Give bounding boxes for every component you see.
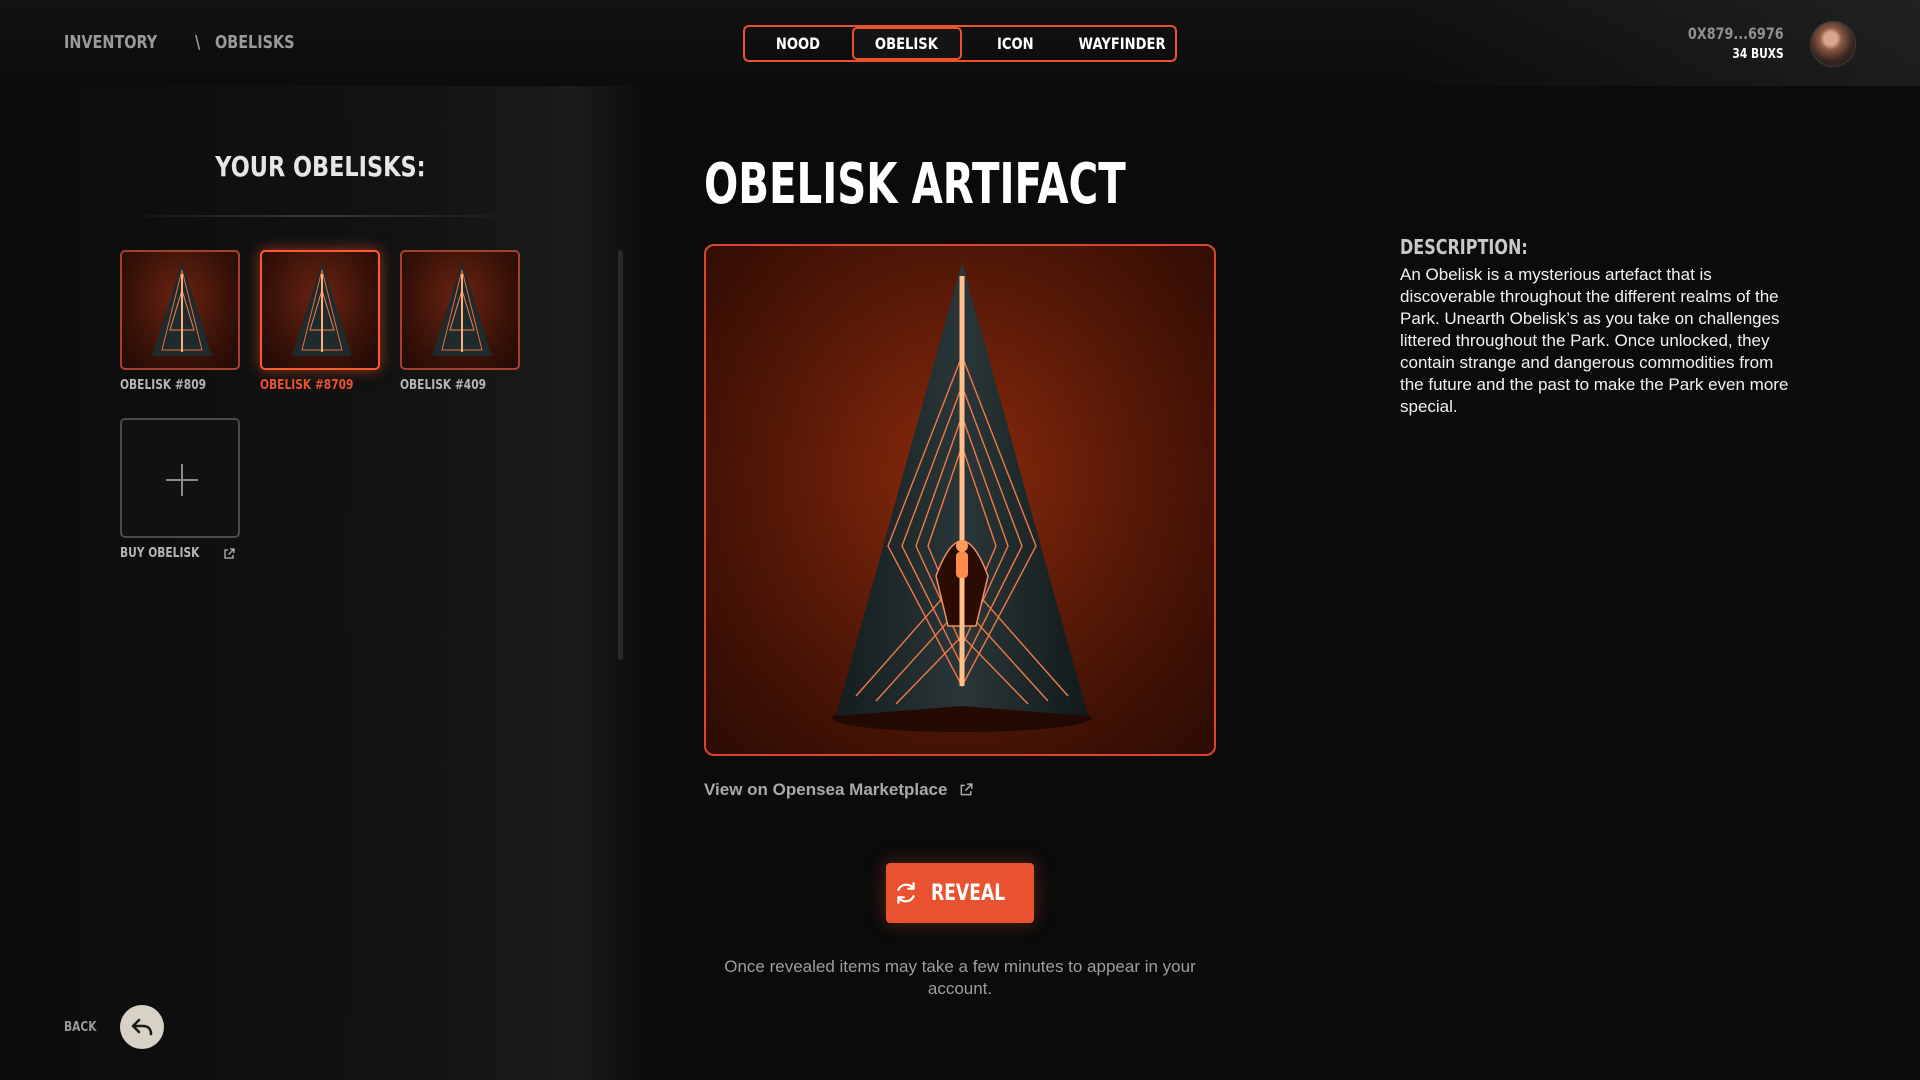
reveal-note: Once revealed items may take a few minut… bbox=[724, 957, 1196, 998]
page-title: OBELISK ARTIFACT bbox=[704, 152, 1126, 217]
external-link-icon bbox=[961, 783, 974, 796]
tab-wayfinder-label: WAYFINDER bbox=[1078, 34, 1166, 53]
tab-obelisk[interactable]: OBELISK bbox=[851, 27, 962, 60]
external-link-icon bbox=[224, 547, 235, 559]
buy-obelisk-button[interactable] bbox=[120, 418, 240, 538]
obelisk-thumbnail-8709[interactable] bbox=[260, 250, 380, 370]
reply-arrow-icon bbox=[119, 1005, 164, 1049]
opensea-link-label: View on Opensea Marketplace bbox=[704, 780, 948, 799]
breadcrumb: INVENTORY \ OBELISKS bbox=[64, 32, 315, 53]
refresh-icon bbox=[897, 882, 916, 904]
obelisk-image bbox=[432, 262, 492, 356]
obelisk-thumbnail-809[interactable] bbox=[120, 250, 240, 370]
obelisk-label-8709: OBELISK #8709 bbox=[260, 378, 354, 393]
tab-icon[interactable]: ICON bbox=[962, 27, 1069, 60]
obelisk-list-title: YOUR OBELISKS: bbox=[214, 150, 426, 183]
obelisk-label-809: OBELISK #809 bbox=[120, 378, 207, 393]
scrollbar[interactable] bbox=[618, 250, 623, 660]
divider bbox=[120, 215, 520, 217]
category-tabs: NOOD OBELISK ICON WAYFINDER bbox=[743, 25, 1177, 62]
obelisk-image bbox=[292, 262, 352, 356]
tab-nood-label: NOOD bbox=[776, 34, 821, 53]
back-label: BACK bbox=[64, 1019, 97, 1035]
tab-obelisk-label: OBELISK bbox=[875, 34, 939, 53]
reveal-button[interactable]: REVEAL bbox=[886, 863, 1034, 923]
wallet-balance: 34 BUXS bbox=[1732, 47, 1784, 62]
tab-icon-label: ICON bbox=[996, 34, 1034, 53]
tab-wayfinder[interactable]: WAYFINDER bbox=[1069, 27, 1176, 60]
obelisk-image bbox=[152, 262, 212, 356]
tab-nood[interactable]: NOOD bbox=[745, 27, 852, 60]
obelisk-label-409: OBELISK #409 bbox=[400, 378, 487, 393]
obelisk-list-panel bbox=[0, 86, 640, 1080]
plus-icon bbox=[166, 464, 198, 496]
breadcrumb-obelisks: OBELISKS bbox=[215, 32, 295, 53]
buy-obelisk-label: BUY OBELISK bbox=[120, 546, 200, 561]
breadcrumb-separator: \ bbox=[194, 32, 200, 53]
back-button[interactable]: BACK bbox=[64, 1005, 164, 1049]
buy-obelisk-link[interactable]: BUY OBELISK bbox=[120, 546, 235, 561]
description-text: An Obelisk is a mysterious artefact that… bbox=[1400, 265, 1789, 416]
wallet-info: 0X879...6976 34 BUXS bbox=[1664, 24, 1784, 62]
obelisk-artifact-image bbox=[704, 244, 1216, 756]
reveal-label: REVEAL bbox=[931, 880, 1006, 906]
avatar[interactable] bbox=[1810, 21, 1856, 67]
opensea-marketplace-link[interactable]: View on Opensea Marketplace bbox=[704, 780, 974, 800]
description-title: DESCRIPTION: bbox=[1400, 235, 1528, 259]
obelisk-thumbnail-409[interactable] bbox=[400, 250, 520, 370]
breadcrumb-inventory[interactable]: INVENTORY bbox=[64, 32, 157, 53]
wallet-address: 0X879...6976 bbox=[1688, 24, 1784, 43]
obelisk-render bbox=[832, 262, 1092, 732]
